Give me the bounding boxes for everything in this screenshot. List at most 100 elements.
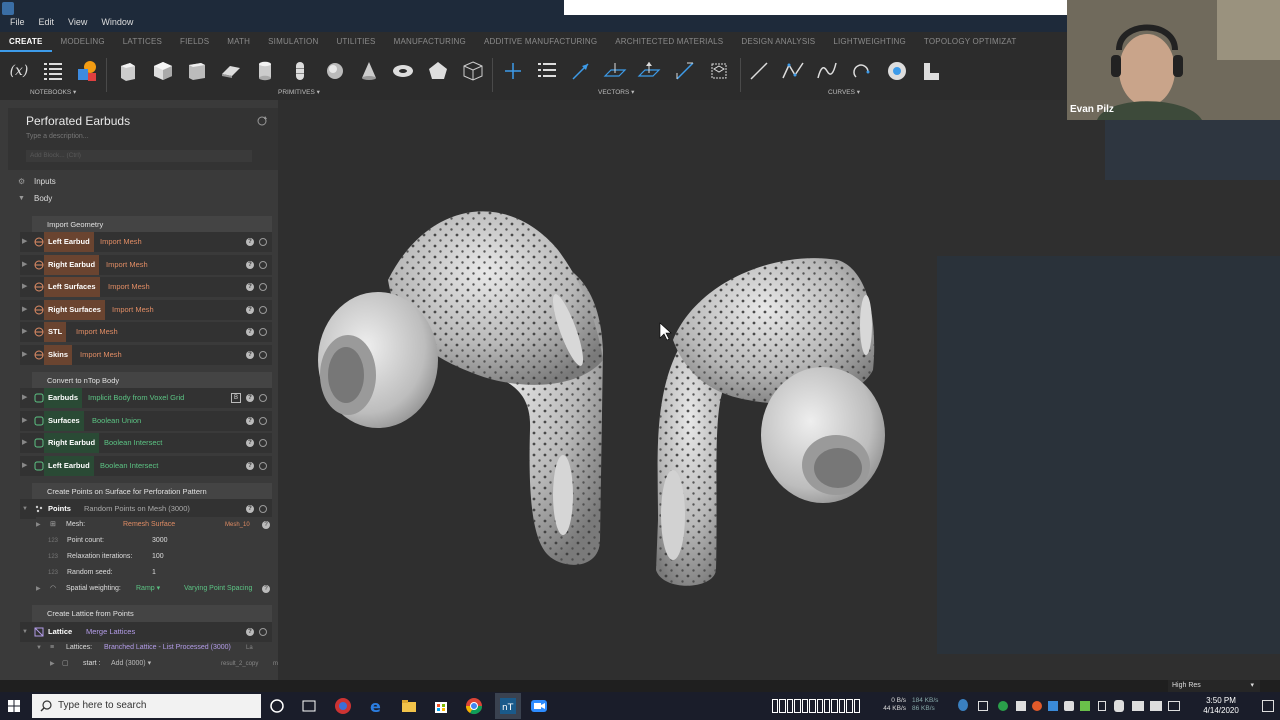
pentagon-icon[interactable] xyxy=(425,58,451,84)
plane-icon[interactable] xyxy=(218,58,244,84)
microphone-icon[interactable] xyxy=(1114,700,1124,712)
expand-arrow-icon[interactable]: ▶ xyxy=(22,411,27,431)
expand-arrow-icon[interactable]: ▶ xyxy=(22,433,27,453)
vectors-group-label[interactable]: VECTORS ▾ xyxy=(598,88,634,96)
tray-app-icon[interactable] xyxy=(958,699,968,711)
tray-icon[interactable] xyxy=(1064,701,1074,711)
menu-edit[interactable]: Edit xyxy=(39,17,55,27)
menu-view[interactable]: View xyxy=(68,17,87,27)
store-icon[interactable] xyxy=(432,697,450,715)
param-relaxation[interactable]: 123 Relaxation iterations: 100 xyxy=(48,549,278,565)
sphere-icon[interactable] xyxy=(322,58,348,84)
param-point-count[interactable]: 123 Point count: 3000 xyxy=(48,533,278,549)
expand-arrow-icon[interactable]: ▶ xyxy=(22,456,27,476)
tab-modeling[interactable]: MODELING xyxy=(52,32,114,52)
block-right-earbud-intersect[interactable]: ▶ Right Earbud Boolean Intersect ? xyxy=(20,433,272,453)
description-input[interactable]: Type a description... xyxy=(26,133,89,140)
ntop-taskbar-item[interactable]: nT xyxy=(495,693,521,719)
help-icon[interactable]: ? xyxy=(246,261,254,269)
expand-arrow-icon[interactable]: ▶ xyxy=(50,661,55,667)
curves-group-label[interactable]: CURVES ▾ xyxy=(828,88,860,96)
block-earbuds-implicit[interactable]: ▶ Earbuds Implicit Body from Voxel Grid … xyxy=(20,388,272,408)
menu-window[interactable]: Window xyxy=(101,17,133,27)
cone-icon[interactable] xyxy=(356,58,382,84)
torus-icon[interactable] xyxy=(390,58,416,84)
random-seed-input[interactable]: 1 xyxy=(152,565,156,581)
tray-icon[interactable] xyxy=(1016,701,1026,711)
block-stl-import[interactable]: ▶ STL Import Mesh ? xyxy=(20,322,272,342)
cylinder-icon[interactable] xyxy=(252,58,278,84)
param-mesh[interactable]: ▶ ⊞ Mesh: Remesh Surface Mesh_10 ? xyxy=(36,517,278,533)
notebooks-group-label[interactable]: NOTEBOOKS ▾ xyxy=(30,88,76,96)
tab-design-analysis[interactable]: DESIGN ANALYSIS xyxy=(732,32,824,52)
tray-icon[interactable] xyxy=(1048,701,1058,711)
polyline-icon[interactable] xyxy=(780,58,806,84)
help-icon[interactable]: ? xyxy=(246,628,254,636)
visibility-icon[interactable] xyxy=(259,417,267,425)
variable-icon[interactable]: (x) xyxy=(6,58,32,84)
visibility-icon[interactable] xyxy=(259,394,267,402)
box-icon[interactable] xyxy=(115,58,141,84)
resolution-select[interactable]: High Res ▾ xyxy=(1168,680,1260,692)
relaxation-input[interactable]: 100 xyxy=(152,549,164,565)
profile-icon[interactable] xyxy=(918,58,944,84)
block-right-earbud-import[interactable]: ▶ Right Earbud Import Mesh ? xyxy=(20,255,272,275)
capsule-icon[interactable] xyxy=(287,58,313,84)
arc-icon[interactable] xyxy=(849,58,875,84)
shapes-icon[interactable] xyxy=(74,58,100,84)
help-icon[interactable]: ? xyxy=(246,351,254,359)
chrome-dev-icon[interactable] xyxy=(334,697,352,715)
inputs-section[interactable]: ⚙ Inputs xyxy=(8,174,278,190)
cortana-icon[interactable] xyxy=(268,697,286,715)
expand-arrow-icon[interactable]: ▶ xyxy=(36,522,41,528)
visibility-icon[interactable] xyxy=(259,351,267,359)
plane-normal-icon[interactable] xyxy=(602,58,628,84)
bounding-box-icon[interactable] xyxy=(706,58,732,84)
tab-additive-manufacturing[interactable]: ADDITIVE MANUFACTURING xyxy=(475,32,606,52)
block-icon[interactable] xyxy=(184,58,210,84)
visibility-icon[interactable] xyxy=(259,505,267,513)
expand-arrow-icon[interactable]: ▶ xyxy=(22,322,27,342)
tab-create[interactable]: CREATE xyxy=(0,32,52,52)
tab-simulation[interactable]: SIMULATION xyxy=(259,32,327,52)
param-random-seed[interactable]: 123 Random seed: 1 xyxy=(48,565,278,581)
block-points[interactable]: ▼ Points Random Points on Mesh (3000) ? xyxy=(20,499,272,519)
block-left-earbud-intersect[interactable]: ▶ Left Earbud Boolean Intersect ? xyxy=(20,456,272,476)
keyboard-icon[interactable] xyxy=(1168,701,1180,711)
notifications-icon[interactable] xyxy=(1262,700,1274,712)
list-icon[interactable] xyxy=(40,58,66,84)
tray-green-icon[interactable] xyxy=(998,701,1008,711)
tab-lightweighting[interactable]: LIGHTWEIGHTING xyxy=(824,32,915,52)
tray-icon[interactable] xyxy=(1032,701,1042,711)
tab-utilities[interactable]: UTILITIES xyxy=(327,32,384,52)
network-icon[interactable] xyxy=(1132,701,1144,711)
volume-icon[interactable] xyxy=(1150,701,1162,711)
expand-arrow-icon[interactable]: ▶ xyxy=(22,255,27,275)
line-segment-icon[interactable] xyxy=(672,58,698,84)
spline-icon[interactable] xyxy=(814,58,840,84)
block-lattice-merge[interactable]: ▼ Lattice Merge Lattices ? xyxy=(20,622,272,642)
visibility-icon[interactable] xyxy=(259,328,267,336)
help-icon[interactable]: ? xyxy=(246,283,254,291)
visibility-icon[interactable] xyxy=(259,628,267,636)
help-icon[interactable]: ? xyxy=(246,238,254,246)
help-icon[interactable]: ? xyxy=(262,521,270,529)
badge-b[interactable]: B xyxy=(231,393,241,403)
expand-arrow-icon[interactable]: ▶ xyxy=(22,232,27,252)
zoom-icon[interactable] xyxy=(530,697,548,715)
line-icon[interactable] xyxy=(746,58,772,84)
expand-arrow-icon[interactable]: ▶ xyxy=(22,345,27,365)
body-section[interactable]: ▼ Body xyxy=(8,191,278,207)
tab-manufacturing[interactable]: MANUFACTURING xyxy=(385,32,475,52)
help-icon[interactable]: ? xyxy=(246,306,254,314)
vector-icon[interactable] xyxy=(568,58,594,84)
visibility-icon[interactable] xyxy=(259,462,267,470)
help-icon[interactable]: ? xyxy=(246,505,254,513)
expand-arrow-icon[interactable]: ▶ xyxy=(36,586,41,592)
taskbar-clock[interactable]: 3:50 PM 4/14/2020 xyxy=(1198,696,1244,716)
cube-icon[interactable] xyxy=(150,58,176,84)
block-left-surfaces-import[interactable]: ▶ Left Surfaces Import Mesh ? xyxy=(20,277,272,297)
wireframe-box-icon[interactable] xyxy=(460,58,486,84)
task-view-icon[interactable] xyxy=(300,697,318,715)
chevron-down-icon[interactable]: ▼ xyxy=(22,622,28,642)
